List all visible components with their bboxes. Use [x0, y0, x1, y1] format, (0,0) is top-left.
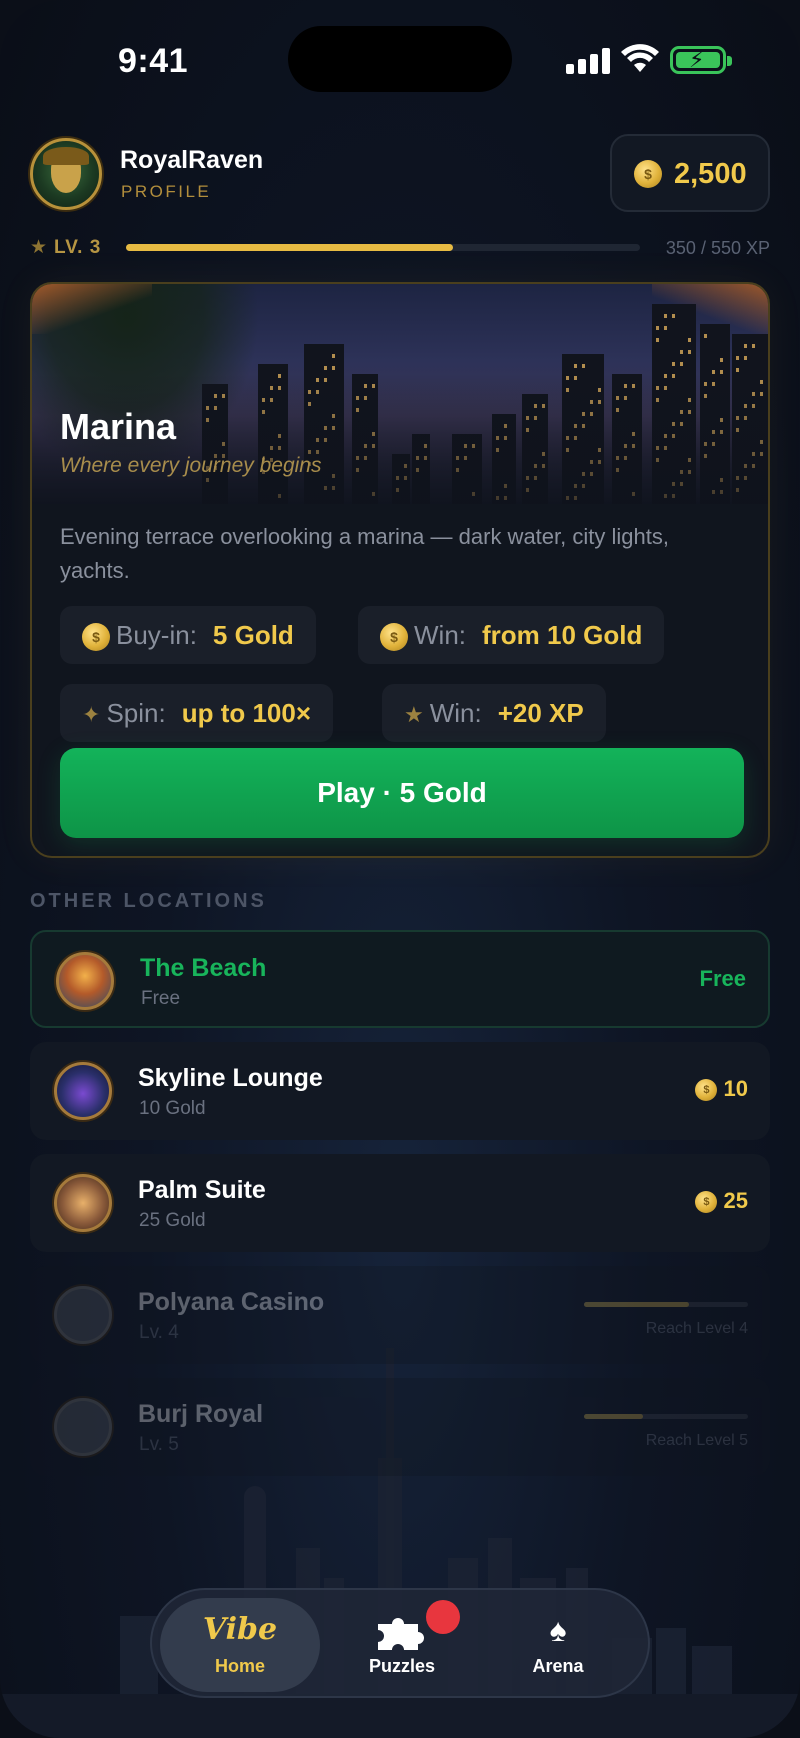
- location-description: Evening terrace overlooking a marina — d…: [60, 524, 669, 583]
- wifi-icon: [621, 44, 659, 72]
- location-sub: Lv. 4: [139, 1322, 179, 1343]
- vibe-logo-icon: Vibe: [202, 1612, 278, 1647]
- level-text: LV. 3: [54, 237, 102, 258]
- featured-location-card[interactable]: Marina Where every journey begins Evenin…: [30, 282, 770, 858]
- stat-label: Spin:: [106, 698, 166, 728]
- battery-charging-icon: ⚡: [670, 46, 732, 74]
- location-price-value: 10: [723, 1076, 748, 1101]
- stat-value: up to 100×: [181, 698, 312, 728]
- tab-label: Arena: [532, 1656, 584, 1676]
- tab-home[interactable]: Vibe Home: [160, 1598, 320, 1692]
- dynamic-island: [288, 26, 512, 92]
- tab-label: Puzzles: [368, 1656, 436, 1676]
- unlock-progress-bar: [584, 1414, 748, 1419]
- location-sub: 25 Gold: [139, 1210, 206, 1231]
- stat-label: Buy-in:: [116, 620, 197, 650]
- sparkle-icon: ✦: [82, 702, 101, 727]
- gold-balance-button[interactable]: $ 2,500: [610, 134, 770, 212]
- tab-label: Home: [214, 1656, 265, 1676]
- coin-icon: $: [695, 1079, 718, 1102]
- unlock-requirement: Reach Level 4: [645, 1320, 748, 1337]
- unlock-progress-fill: [584, 1302, 689, 1307]
- star-icon: ★: [404, 702, 424, 727]
- unlock-progress-fill: [584, 1414, 644, 1419]
- location-name: Palm Suite: [138, 1176, 266, 1204]
- location-row-burj-royal[interactable]: Burj Royal Lv. 5 Reach Level 5: [30, 1378, 770, 1476]
- stat-chip-win-gold: $ Win: from 10 Gold: [358, 606, 665, 664]
- location-row-skyline-lounge[interactable]: Skyline Lounge 10 Gold $ 10: [30, 1042, 770, 1140]
- location-sub: Lv. 5: [139, 1434, 179, 1455]
- polyana-casino-location-icon: [54, 1286, 112, 1344]
- coin-icon: $: [82, 623, 110, 652]
- location-row-the-beach[interactable]: The Beach Free Free: [30, 930, 770, 1028]
- tab-arena[interactable]: ♠ Arena: [478, 1598, 638, 1692]
- location-price: $ 10: [695, 1076, 748, 1102]
- location-title: Marina: [60, 406, 177, 447]
- stat-value: from 10 Gold: [482, 620, 643, 650]
- location-price: Free: [699, 966, 746, 991]
- stat-value: 5 Gold: [212, 620, 294, 650]
- stat-value: +20 XP: [497, 698, 584, 728]
- status-time: 9:41: [118, 42, 189, 80]
- location-row-polyana-casino[interactable]: Polyana Casino Lv. 4 Reach Level 4: [30, 1266, 770, 1364]
- location-name: The Beach: [140, 954, 267, 982]
- unlock-requirement: Reach Level 5: [645, 1432, 748, 1449]
- xp-text: 350 / 550 XP: [665, 238, 770, 258]
- play-button[interactable]: Play · 5 Gold: [60, 748, 744, 838]
- location-sub: Free: [141, 988, 181, 1009]
- location-name: Skyline Lounge: [138, 1064, 323, 1092]
- username[interactable]: RoyalRaven: [120, 146, 263, 175]
- beach-location-icon: [56, 952, 114, 1010]
- star-icon: ★: [30, 237, 49, 258]
- bottom-tab-bar: Vibe Home Puzzles ♠ Arena: [150, 1588, 650, 1698]
- avatar[interactable]: [30, 138, 102, 210]
- coin-icon: $: [380, 623, 408, 652]
- palm-suite-location-icon: [54, 1174, 112, 1232]
- location-row-palm-suite[interactable]: Palm Suite 25 Gold $ 25: [30, 1154, 770, 1252]
- notification-badge: [426, 1600, 460, 1634]
- stat-chip-win-xp: ★ Win: +20 XP: [382, 684, 606, 742]
- coin-icon: $: [634, 160, 662, 188]
- stat-chip-buy-in: $ Buy-in: 5 Gold: [60, 606, 316, 664]
- coin-icon: $: [695, 1191, 718, 1214]
- location-sub: 10 Gold: [139, 1098, 206, 1119]
- gold-balance-amount: 2,500: [674, 158, 747, 190]
- spade-flame-icon: ♠: [549, 1612, 567, 1648]
- skyline-lounge-location-icon: [54, 1062, 112, 1120]
- location-price-value: 25: [723, 1188, 748, 1213]
- burj-royal-location-icon: [54, 1398, 112, 1456]
- location-subtitle: Where every journey begins: [60, 454, 322, 477]
- app-screen: 9:41 ⚡ RoyalRaven PROFILE $ 2,500 ★ LV. 3…: [0, 0, 800, 1738]
- location-name: Polyana Casino: [138, 1288, 325, 1316]
- xp-progress-fill: [126, 244, 454, 251]
- xp-progress-bar: [126, 244, 640, 251]
- location-price: $ 25: [695, 1188, 748, 1214]
- level-label: ★ LV. 3: [30, 236, 101, 259]
- other-locations-heading: OTHER LOCATIONS: [30, 890, 267, 912]
- stat-chip-spin: ✦ Spin: up to 100×: [60, 684, 334, 742]
- stat-label: Win:: [429, 698, 482, 728]
- cellular-signal-icon: [566, 48, 610, 74]
- location-name: Burj Royal: [138, 1400, 264, 1428]
- profile-link[interactable]: PROFILE: [121, 182, 211, 202]
- unlock-progress-bar: [584, 1302, 748, 1307]
- stat-label: Win:: [414, 620, 466, 650]
